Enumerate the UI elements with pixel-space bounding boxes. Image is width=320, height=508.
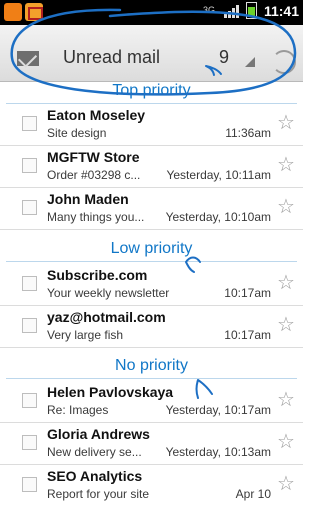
mail-subject: New delivery se...: [47, 445, 142, 459]
select-checkbox[interactable]: [22, 477, 37, 492]
status-time: 11:41: [263, 2, 299, 19]
mail-sender: SEO Analytics: [47, 468, 143, 484]
mail-date: Yesterday, 10:13am: [165, 445, 271, 459]
unread-count: 9: [219, 47, 230, 67]
select-checkbox[interactable]: [22, 116, 37, 131]
select-checkbox[interactable]: [22, 435, 37, 450]
mail-sender: Subscribe.com: [47, 267, 148, 283]
mail-subject: Your weekly newsletter: [47, 286, 170, 300]
mail-row[interactable]: yaz@hotmail.com Very large fish 10:17am …: [0, 306, 303, 348]
section-header-no-priority: No priority: [0, 357, 303, 379]
select-checkbox[interactable]: [22, 158, 37, 173]
select-checkbox[interactable]: [22, 393, 37, 408]
mail-sender: Helen Pavlovskaya: [47, 384, 174, 400]
mail-subject: Site design: [47, 126, 107, 140]
mail-row[interactable]: John Maden Many things you... Yesterday,…: [0, 188, 303, 230]
section-header-top-priority: Top priority: [0, 82, 303, 104]
dropdown-caret-icon: [245, 57, 255, 67]
mail-date: Apr 10: [235, 487, 271, 501]
mail-sender: MGFTW Store: [47, 149, 140, 165]
star-icon[interactable]: ☆: [277, 113, 295, 133]
network-3g-icon: 3G: [202, 5, 215, 15]
star-icon[interactable]: ☆: [277, 315, 295, 335]
refresh-icon[interactable]: [272, 50, 296, 74]
section-label: No priority: [115, 357, 188, 374]
star-icon[interactable]: ☆: [277, 390, 295, 410]
mail-row[interactable]: Helen Pavlovskaya Re: Images Yesterday, …: [0, 381, 303, 423]
mail-subject: Order #03298 c...: [47, 168, 141, 182]
mail-row[interactable]: Eaton Moseley Site design 11:36am ☆: [0, 104, 303, 146]
mail-date: 10:17am: [224, 286, 271, 300]
mail-row[interactable]: Gloria Andrews New delivery se... Yester…: [0, 423, 303, 465]
mail-date: Yesterday, 10:10am: [165, 210, 271, 224]
star-icon[interactable]: ☆: [277, 432, 295, 452]
battery-icon: [245, 2, 257, 19]
mail-subject: Many things you...: [47, 210, 145, 224]
mail-subject: Very large fish: [47, 328, 124, 342]
signal-icon: [223, 4, 239, 18]
mail-date: Yesterday, 10:17am: [165, 403, 271, 417]
mail-sender: Gloria Andrews: [47, 426, 150, 442]
mail-subject: Re: Images: [47, 403, 109, 417]
mail-sender: Eaton Moseley: [47, 107, 146, 123]
star-icon[interactable]: ☆: [277, 273, 295, 293]
star-icon[interactable]: ☆: [277, 474, 295, 494]
select-checkbox[interactable]: [22, 200, 37, 215]
mail-row[interactable]: SEO Analytics Report for your site Apr 1…: [0, 465, 303, 506]
mail-date: Yesterday, 10:11am: [166, 168, 271, 182]
status-bar: 3G 11:41: [0, 0, 303, 25]
select-checkbox[interactable]: [22, 276, 37, 291]
mail-row[interactable]: MGFTW Store Order #03298 c... Yesterday,…: [0, 146, 303, 188]
select-checkbox[interactable]: [22, 318, 37, 333]
gmail-icon: [25, 3, 43, 21]
mail-subject: Report for your site: [47, 487, 150, 501]
mail-date: 10:17am: [224, 328, 271, 342]
section-label: Low priority: [110, 240, 193, 257]
star-icon[interactable]: ☆: [277, 155, 295, 175]
star-icon[interactable]: ☆: [277, 197, 295, 217]
section-label: Top priority: [112, 82, 191, 99]
mail-date: 11:36am: [225, 126, 271, 140]
section-header-low-priority: Low priority: [0, 240, 303, 262]
label-selector[interactable]: Unread mail 9: [0, 25, 303, 82]
notification-icon: [4, 3, 22, 21]
label-title: Unread mail: [63, 47, 161, 67]
mail-sender: John Maden: [47, 191, 129, 207]
mail-icon: [17, 51, 39, 66]
mail-sender: yaz@hotmail.com: [47, 309, 166, 325]
mail-row[interactable]: Subscribe.com Your weekly newsletter 10:…: [0, 264, 303, 306]
